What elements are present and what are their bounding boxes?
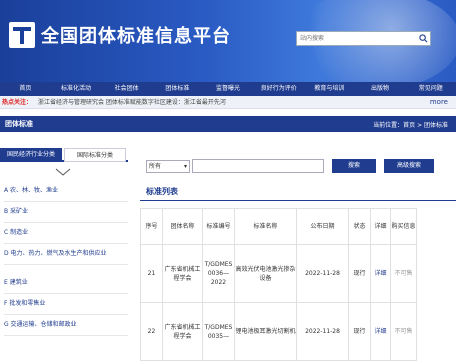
chevron-down-icon: ▾ [183,163,187,170]
row-no: 22 [140,302,163,361]
site-search [296,31,431,46]
col-org: 团体名称 [162,208,203,245]
standards-table: 序号 团体名称 标准编号 标准名称 公布日期 状态 详细 购买信息 21 广东省… [140,208,417,361]
filter-select[interactable]: 所有 ▾ [146,160,190,173]
search-button[interactable]: 搜索 [332,159,376,173]
site-logo[interactable] [9,22,35,48]
breadcrumb[interactable]: 当前位置：首页 > 团体标准 [373,120,448,129]
row-status: 现行 [348,244,371,303]
category-item[interactable]: G 交通运输、仓储和邮政业 [4,320,128,336]
nav-home[interactable]: 首页 [0,82,51,96]
col-date: 公布日期 [296,208,349,245]
hot-topics-text[interactable]: 浙江省经济与管理研究会 团体标准赋能数字社区建设：浙江省最开先河 [38,96,226,109]
filter-select-value: 所有 [149,163,162,170]
col-name: 标准名称 [234,208,297,245]
category-item[interactable]: B 采矿业 [4,207,128,223]
category-item[interactable]: C 制造业 [4,228,128,244]
category-item[interactable]: A 农、林、牧、渔业 [4,186,128,202]
more-link[interactable]: more [430,96,448,109]
table-row: 21 广东省机械工程学会 T/GDMES 0036—2022 高效光伏电池激光掺… [140,244,417,303]
row-buy: 不可售 [390,302,417,361]
col-code: 标准编号 [202,208,235,245]
col-status: 状态 [348,208,371,245]
detail-link[interactable]: 详细 [370,302,391,361]
keyword-input[interactable] [192,159,324,173]
row-buy: 不可售 [390,244,417,303]
search-input[interactable] [297,32,417,45]
list-title: 标准列表 [146,187,178,196]
search-icon[interactable] [419,34,428,43]
divider [140,200,456,201]
category-panel: 国民经济行业分类 国际标准分类 A 农、林、牧、渔业 B 采矿业 C 制造业 D… [0,148,128,348]
category-item[interactable]: F 批发和零售业 [4,299,128,315]
nav-training[interactable]: 教育与培训 [304,82,355,96]
category-tabs: 国民经济行业分类 国际标准分类 [0,148,128,162]
advanced-search-button[interactable]: 高级搜索 [384,159,434,173]
hot-topics-label: 热点关注： [2,99,33,106]
nav-evaluation[interactable]: 良好行为评价 [253,82,304,96]
col-no: 序号 [140,208,163,245]
detail-link[interactable]: 详细 [370,244,391,303]
row-date: 2022-11-28 [296,244,349,303]
row-name[interactable]: 锂电池极耳激光切割机 [234,302,297,361]
tab-international-standard[interactable]: 国际标准分类 [64,148,126,162]
category-item[interactable]: E 建筑业 [4,278,128,294]
nav-publications[interactable]: 出版物 [355,82,406,96]
nav-activities[interactable]: 标准化活动 [51,82,102,96]
nav-faq[interactable]: 常见问题 [405,82,456,96]
nav-supervision[interactable]: 监督曝光 [203,82,254,96]
row-no: 21 [140,244,163,303]
row-name[interactable]: 高效光伏电池激光掺杂设备 [234,244,297,303]
section-title: 团体标准 [5,120,33,128]
row-status: 现行 [348,302,371,361]
standard-list-panel: 所有 ▾ 搜索 高级搜索 标准列表 序号 团体名称 标准编号 标准名称 公布日期 … [140,148,456,361]
table-header: 序号 团体名称 标准编号 标准名称 公布日期 状态 详细 购买信息 [140,208,417,245]
col-detail: 详细 [370,208,391,245]
nav-standards[interactable]: 团体标准 [152,82,203,96]
category-item[interactable]: D 电力、热力、燃气及水生产和供应业 [4,249,128,265]
row-org: 广东省机械工程学会 [162,244,203,303]
main-nav: 首页 标准化活动 社会团体 团体标准 监督曝光 良好行为评价 教育与培训 出版物… [0,82,456,96]
row-code: T/GDMES 0035— [202,302,235,361]
table-row: 22 广东省机械工程学会 T/GDMES 0035— 锂电池极耳激光切割机 20… [140,302,417,361]
site-title: 全国团体标准信息平台 [41,26,231,47]
section-bar: 团体标准 当前位置：首页 > 团体标准 [0,116,456,132]
hot-topics-bar: 热点关注： 浙江省经济与管理研究会 团体标准赋能数字社区建设：浙江省最开先河 m… [0,96,456,109]
chevron-down-icon [55,168,71,176]
site-header: 全国团体标准信息平台 [0,0,456,82]
row-date: 2022-11-28 [296,302,349,361]
tab-national-industry[interactable]: 国民经济行业分类 [0,148,62,162]
col-buy: 购买信息 [390,208,417,245]
row-code: T/GDMES 0036—2022 [202,244,235,303]
nav-organizations[interactable]: 社会团体 [101,82,152,96]
row-org: 广东省机械工程学会 [162,302,203,361]
